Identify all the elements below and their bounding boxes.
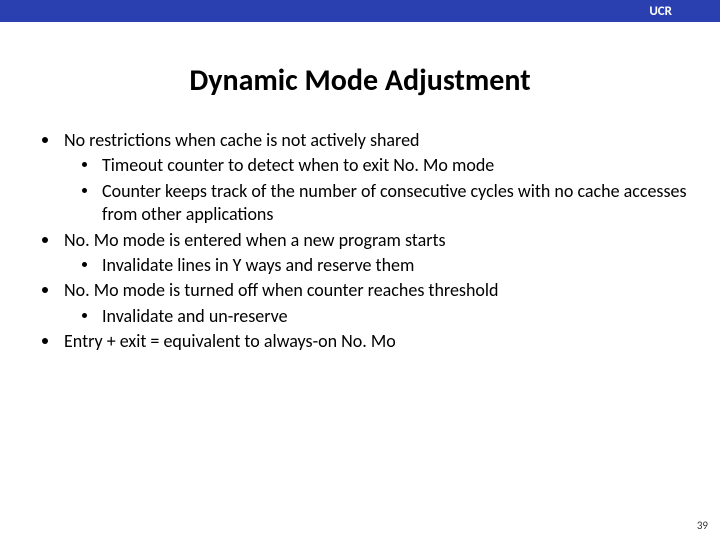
bullet-text: No. Mo mode is entered when a new progra…: [64, 229, 446, 251]
list-item: Counter keeps track of the number of con…: [64, 180, 690, 227]
page-number: 39: [697, 519, 708, 532]
header-bar: UCR: [0, 0, 720, 22]
bullet-text: No. Mo mode is turned off when counter r…: [64, 279, 499, 301]
bullet-text: Invalidate lines in Y ways and reserve t…: [102, 254, 414, 276]
slide-title: Dynamic Mode Adjustment: [0, 62, 720, 99]
sub-list: Timeout counter to detect when to exit N…: [64, 154, 690, 226]
header-label: UCR: [649, 4, 672, 19]
bullet-text: No restrictions when cache is not active…: [64, 129, 420, 151]
list-item: No. Mo mode is turned off when counter r…: [30, 279, 690, 328]
sub-list: Invalidate lines in Y ways and reserve t…: [64, 254, 690, 277]
sub-list: Invalidate and un-reserve: [64, 305, 690, 328]
list-item: Invalidate lines in Y ways and reserve t…: [64, 254, 690, 277]
bullet-list: No restrictions when cache is not active…: [30, 129, 690, 354]
slide-content: No restrictions when cache is not active…: [0, 129, 720, 354]
bullet-text: Counter keeps track of the number of con…: [102, 180, 687, 225]
bullet-text: Invalidate and un-reserve: [102, 305, 288, 327]
list-item: Timeout counter to detect when to exit N…: [64, 154, 690, 177]
bullet-text: Timeout counter to detect when to exit N…: [102, 154, 494, 176]
list-item: Entry + exit = equivalent to always-on N…: [30, 330, 690, 353]
list-item: No restrictions when cache is not active…: [30, 129, 690, 227]
list-item: No. Mo mode is entered when a new progra…: [30, 229, 690, 278]
bullet-text: Entry + exit = equivalent to always-on N…: [64, 330, 396, 352]
list-item: Invalidate and un-reserve: [64, 305, 690, 328]
